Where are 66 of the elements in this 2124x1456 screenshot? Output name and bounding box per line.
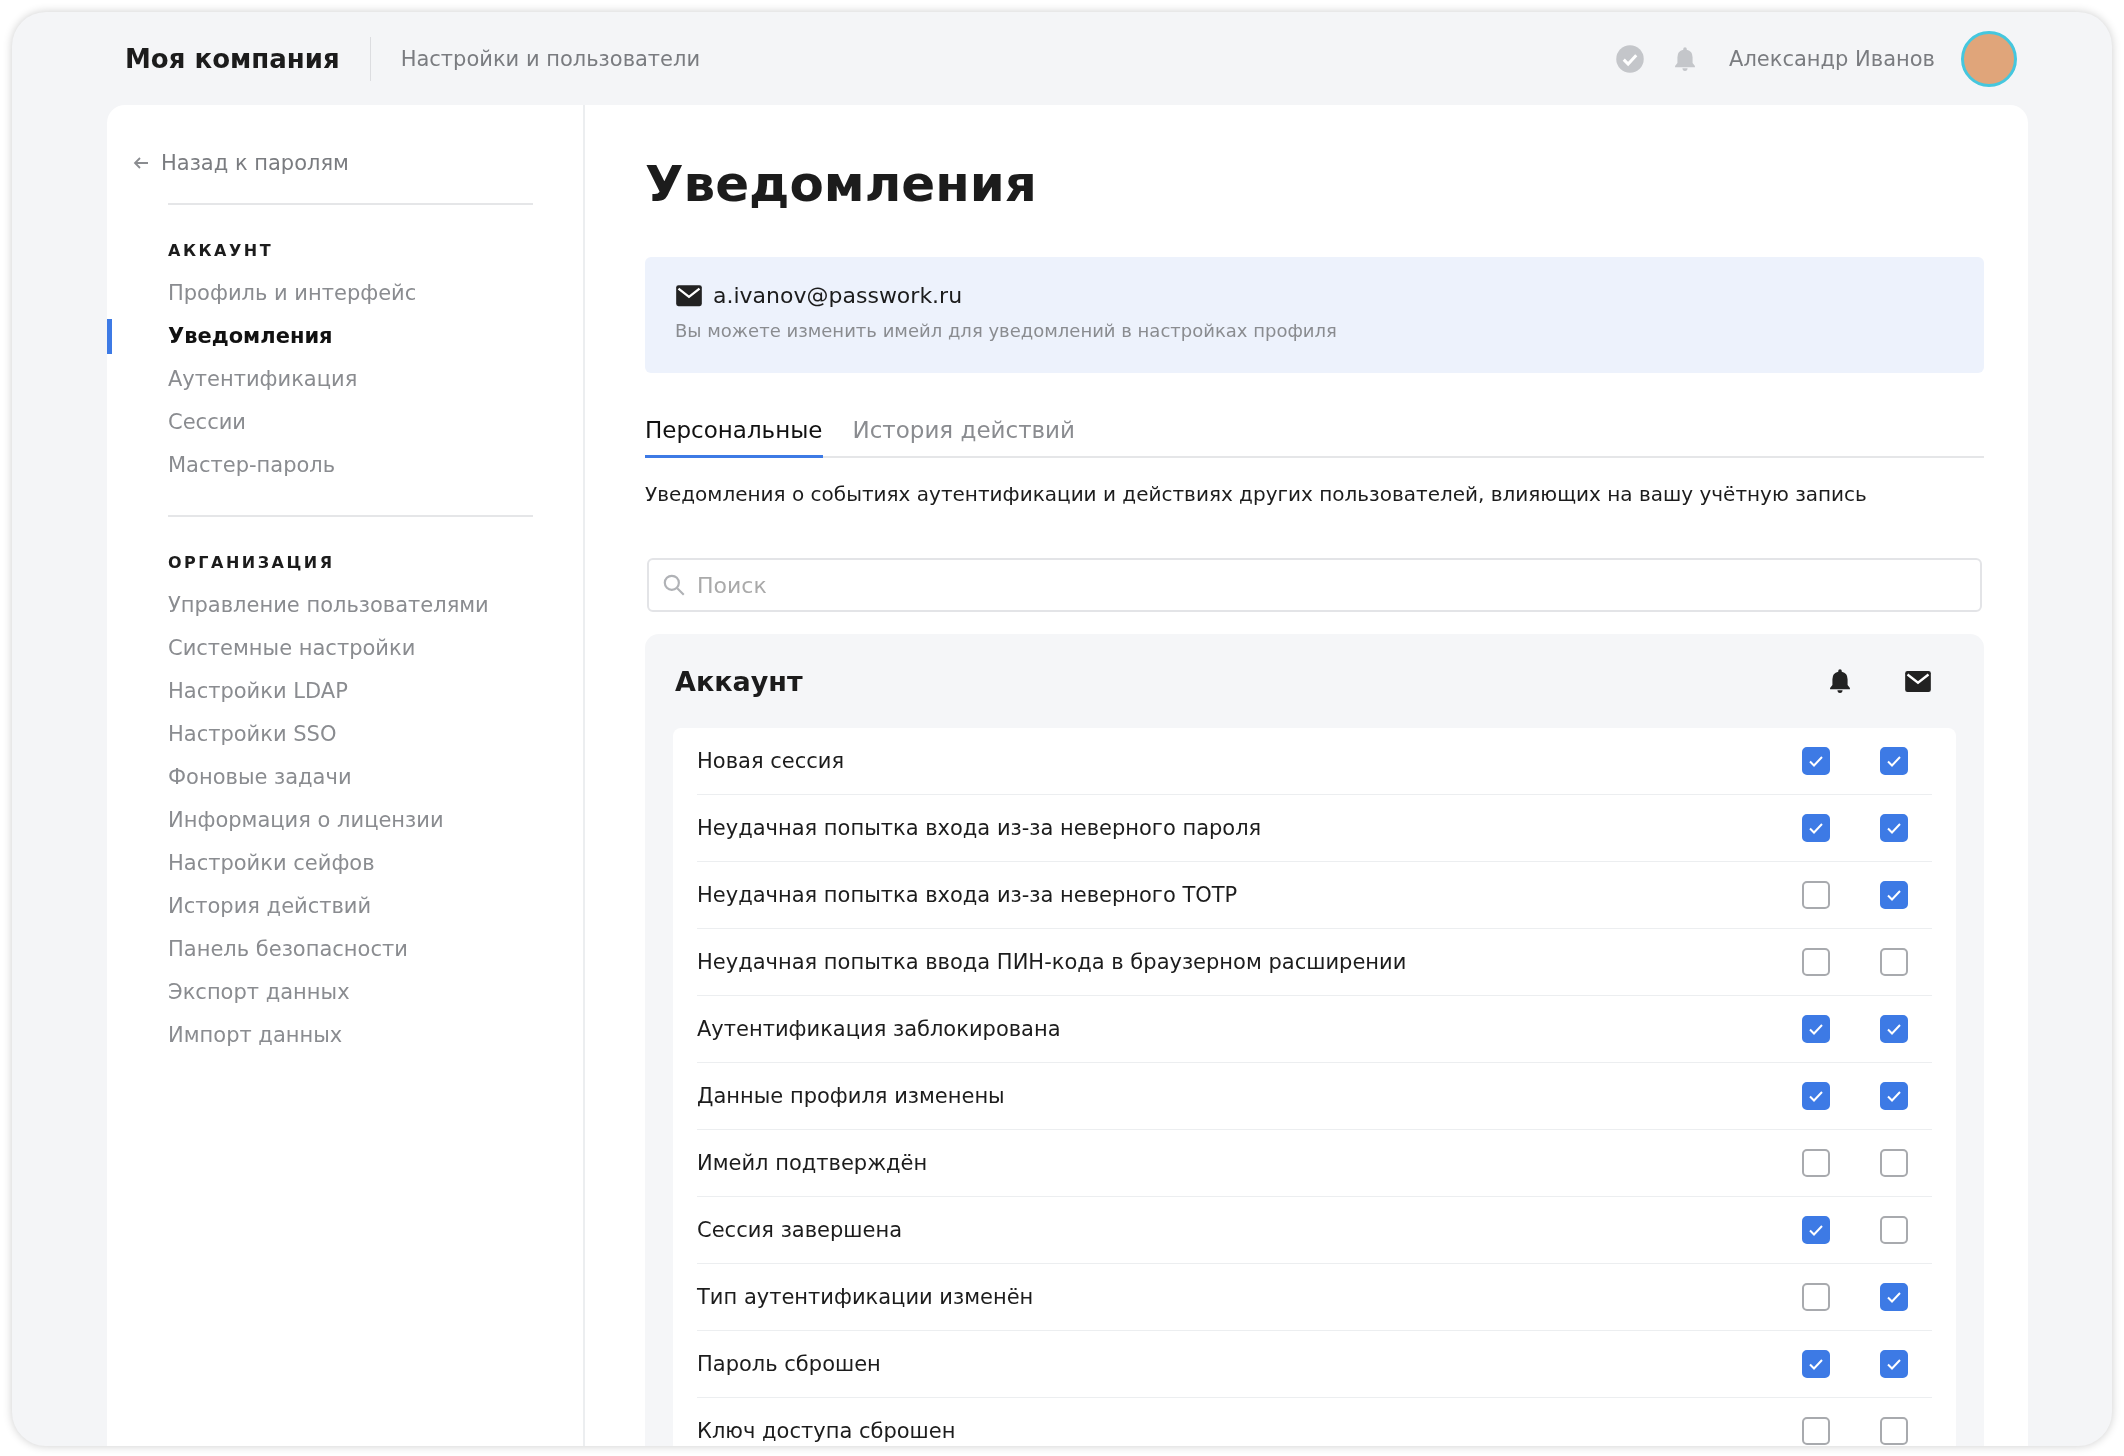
section-title: Настройки и пользователи [400,46,701,71]
checkbox[interactable] [1802,1149,1830,1177]
sidebar-item[interactable]: Импорт данных [107,1014,583,1057]
sidebar-item[interactable]: Системные настройки [107,627,583,670]
checkbox[interactable] [1880,1082,1908,1110]
notification-label: Пароль сброшен [697,1352,882,1376]
checkbox[interactable] [1802,948,1830,976]
sidebar-item[interactable]: Аутентификация [107,358,583,401]
checkbox[interactable] [1880,948,1908,976]
sidebar-item[interactable]: Экспорт данных [107,971,583,1014]
checkbox[interactable] [1880,1015,1908,1043]
sidebar-item[interactable]: Мастер-пароль [107,444,583,487]
checkbox[interactable] [1802,1350,1830,1378]
sidebar-item[interactable]: Настройки LDAP [107,670,583,713]
user-name[interactable]: Александр Иванов [1729,46,1935,71]
checkbox[interactable] [1802,1216,1830,1244]
sidebar-item[interactable]: Настройки SSO [107,713,583,756]
page-title: Уведомления [645,155,1038,213]
notification-label: Неудачная попытка входа из-за неверного TOTP [697,883,1239,907]
notification-label: Новая сессия [697,749,846,773]
search-field[interactable]: Поиск [647,558,1982,612]
sidebar-item[interactable]: Информация о лицензии [107,799,583,842]
sidebar-item[interactable]: Профиль и интерфейс [107,272,583,315]
email-hint: Вы можете изменить имейл для уведомлений в настройках профиля [675,320,1338,341]
description: Уведомления о событиях аутентификации и действиях других пользователей, влияющих на вашу учётную запись [645,482,1868,506]
sidebar-item[interactable]: История действий [107,885,583,928]
checkbox[interactable] [1880,1216,1908,1244]
checkbox[interactable] [1880,881,1908,909]
company-name: Моя компания [125,43,340,74]
checkbox[interactable] [1802,747,1830,775]
check-circle-icon[interactable] [1615,43,1645,74]
notification-label: Имейл подтверждён [697,1151,929,1175]
notification-label: Данные профиля изменены [697,1084,1006,1108]
checkbox[interactable] [1802,1015,1830,1043]
checkbox[interactable] [1802,814,1830,842]
checkbox[interactable] [1802,1283,1830,1311]
checkbox[interactable] [1802,881,1830,909]
checkbox[interactable] [1880,1350,1908,1378]
checkbox[interactable] [1880,814,1908,842]
tab[interactable]: История действий [852,409,1075,458]
email-address: a.ivanov@passwork.ru [713,283,963,308]
notification-label: Аутентификация заблокирована [697,1017,1062,1041]
notification-label: Неудачная попытка входа из-за неверного пароля [697,816,1263,840]
notification-label: Неудачная попытка ввода ПИН-кода в браузерном расширении [697,950,1408,974]
notification-label: Тип аутентификации изменён [697,1285,1035,1309]
checkbox[interactable] [1880,1149,1908,1177]
sidebar-item[interactable]: Управление пользователями [107,584,583,627]
sidebar-item[interactable]: Настройки сейфов [107,842,583,885]
sidebar-item[interactable]: Уведомления [107,315,583,358]
sidebar-item[interactable]: Панель безопасности [107,928,583,971]
sidebar-item[interactable]: Фоновые задачи [107,756,583,799]
checkbox[interactable] [1880,1283,1908,1311]
notification-label: Ключ доступа сброшен [697,1419,957,1443]
sidebar-item[interactable]: Сессии [107,401,583,444]
sidebar-group-title: АККАУНТ [168,241,275,260]
back-link[interactable]: Назад к паролям [131,151,583,175]
checkbox[interactable] [1880,747,1908,775]
checkbox[interactable] [1880,1417,1908,1445]
checkbox[interactable] [1802,1082,1830,1110]
notification-label: Сессия завершена [697,1218,904,1242]
mail-icon [675,283,703,308]
mail-icon [1904,668,1932,694]
section-title: Аккаунт [675,665,804,697]
checkbox[interactable] [1802,1417,1830,1445]
tab[interactable]: Персональные [645,409,823,458]
sidebar-group-title: ОРГАНИЗАЦИЯ [168,553,336,572]
